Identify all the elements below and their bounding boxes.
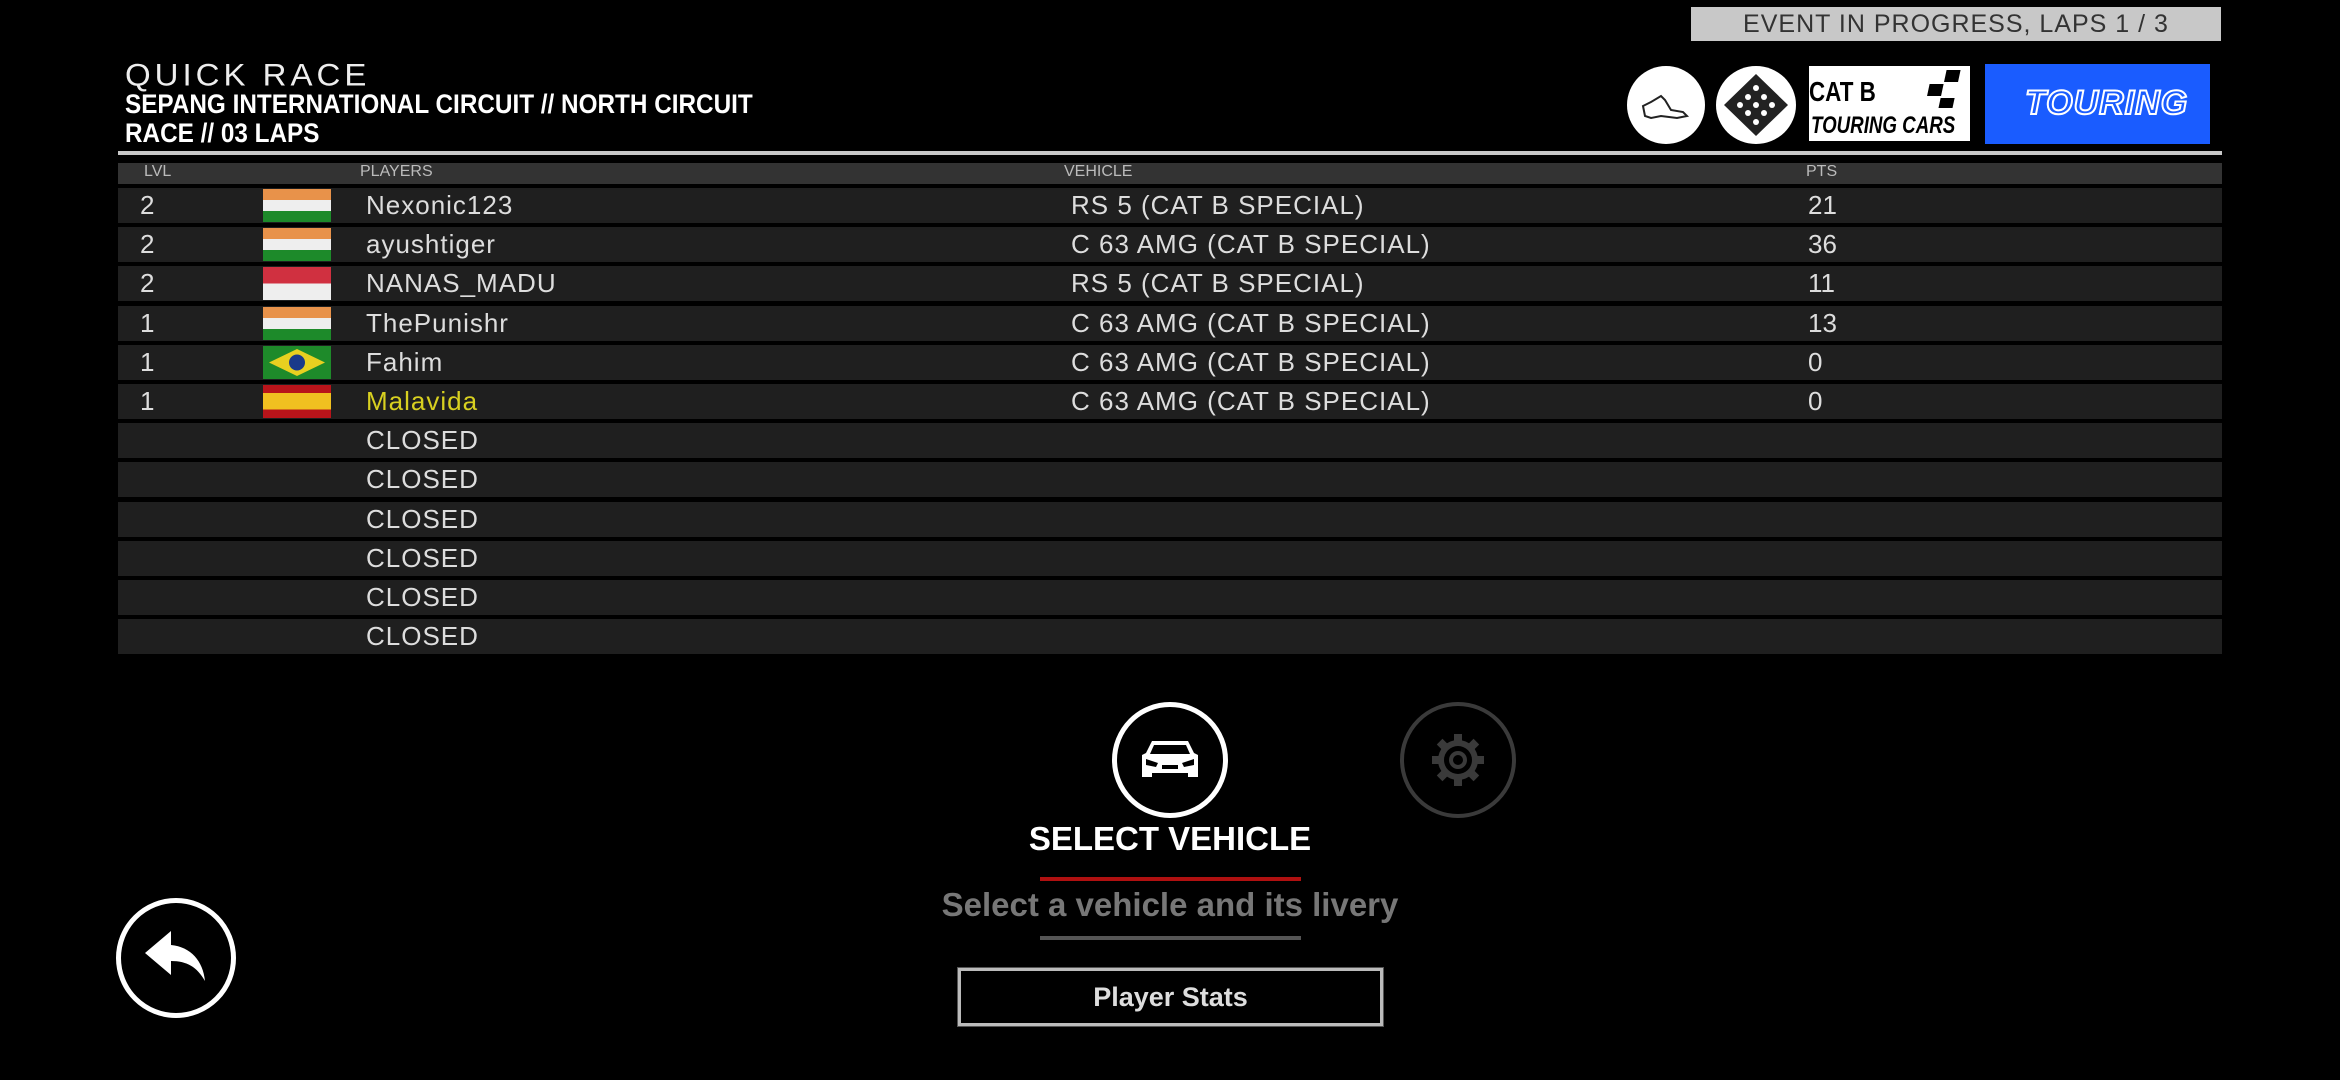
row-player: ThePunishr	[366, 307, 509, 338]
select-vehicle-button[interactable]	[1112, 702, 1228, 818]
category-sub-label: TOURING CARS	[1811, 112, 1956, 139]
row-player: Fahim	[366, 346, 444, 377]
touring-series-logo: TOURING	[1985, 64, 2210, 144]
checkered-flag-icon	[1716, 66, 1796, 144]
row-pts: 21	[1808, 190, 1837, 220]
row-pts: 0	[1808, 386, 1823, 416]
row-player: CLOSED	[366, 621, 479, 652]
flag-india-icon	[263, 306, 331, 340]
select-vehicle-label: SELECT VEHICLE	[1028, 820, 1312, 857]
row-vehicle: RS 5 (CAT B SPECIAL)	[1071, 268, 1365, 299]
row-lvl: 1	[140, 307, 155, 338]
table-row[interactable]: 1 ThePunishr C 63 AMG (CAT B SPECIAL) 13	[118, 305, 2222, 341]
table-row[interactable]: CLOSED	[118, 580, 2222, 615]
row-vehicle: C 63 AMG (CAT B SPECIAL)	[1071, 229, 1431, 260]
row-lvl: 2	[140, 268, 155, 299]
back-button[interactable]	[116, 898, 236, 1018]
row-vehicle: RS 5 (CAT B SPECIAL)	[1071, 190, 1365, 220]
gear-icon	[1432, 734, 1484, 786]
table-row[interactable]: CLOSED	[118, 501, 2222, 537]
row-player: CLOSED	[366, 464, 479, 495]
row-vehicle: C 63 AMG (CAT B SPECIAL)	[1071, 346, 1431, 377]
col-lvl: LVL	[144, 163, 172, 180]
select-vehicle-description: Select a vehicle and its livery	[941, 886, 1399, 923]
row-pts: 36	[1808, 229, 1837, 260]
row-pts: 11	[1808, 268, 1835, 299]
row-player: NANAS_MADU	[366, 268, 557, 299]
row-player: CLOSED	[366, 425, 479, 456]
table-row[interactable]: 2 ayushtiger C 63 AMG (CAT B SPECIAL) 36	[118, 227, 2222, 263]
selected-indicator	[1040, 877, 1301, 881]
table-row[interactable]: CLOSED	[118, 619, 2222, 655]
row-lvl: 2	[140, 190, 155, 220]
car-icon	[1142, 741, 1198, 777]
description-divider	[1040, 936, 1301, 940]
settings-button[interactable]	[1400, 702, 1516, 818]
row-player: CLOSED	[366, 582, 479, 612]
table-row[interactable]: CLOSED	[118, 540, 2222, 576]
table-row[interactable]: CLOSED	[118, 423, 2222, 459]
track-name: SEPANG INTERNATIONAL CIRCUIT // NORTH CI…	[125, 89, 753, 119]
flag-indonesia-icon	[263, 267, 331, 301]
player-stats-button[interactable]: Player Stats	[957, 967, 1384, 1027]
table-header: LVL PLAYERS VEHICLE PTS	[118, 163, 2222, 184]
flag-spain-icon	[263, 385, 331, 418]
row-lvl: 1	[140, 346, 155, 377]
table-row[interactable]: 1 Fahim C 63 AMG (CAT B SPECIAL) 0	[118, 344, 2222, 380]
col-pts: PTS	[1806, 163, 1838, 180]
col-vehicle: VEHICLE	[1064, 163, 1133, 180]
table-row[interactable]: 2 Nexonic123 RS 5 (CAT B SPECIAL) 21	[118, 188, 2222, 223]
row-pts: 13	[1808, 307, 1837, 338]
row-lvl: 1	[140, 386, 155, 416]
category-label: CAT B	[1809, 76, 1876, 107]
page-title: QUICK RACE	[125, 56, 371, 93]
row-vehicle: C 63 AMG (CAT B SPECIAL)	[1071, 386, 1431, 416]
row-player: Malavida	[366, 386, 479, 416]
col-players: PLAYERS	[360, 163, 433, 180]
header-divider	[118, 151, 2222, 155]
table-row[interactable]: 1 Malavida C 63 AMG (CAT B SPECIAL) 0	[118, 384, 2222, 419]
table-row[interactable]: 2 NANAS_MADU RS 5 (CAT B SPECIAL) 11	[118, 266, 2222, 302]
category-badge: CAT B TOURING CARS	[1809, 66, 1970, 144]
flag-brazil-icon	[263, 345, 331, 379]
row-pts: 0	[1808, 346, 1823, 377]
track-map-icon	[1627, 66, 1705, 144]
row-player: Nexonic123	[366, 190, 514, 220]
race-info: RACE // 03 LAPS	[125, 118, 320, 148]
row-player: CLOSED	[366, 542, 479, 573]
row-player: CLOSED	[366, 503, 479, 534]
flag-india-icon	[263, 228, 331, 262]
flag-india-icon	[263, 189, 331, 222]
back-arrow-icon	[145, 931, 205, 981]
event-status-badge: EVENT IN PROGRESS, LAPS 1 / 3	[1691, 7, 2221, 41]
table-row[interactable]: CLOSED	[118, 462, 2222, 498]
row-lvl: 2	[140, 229, 155, 260]
row-player: ayushtiger	[366, 229, 496, 260]
series-label: TOURING	[2024, 83, 2189, 123]
row-vehicle: C 63 AMG (CAT B SPECIAL)	[1071, 307, 1431, 338]
